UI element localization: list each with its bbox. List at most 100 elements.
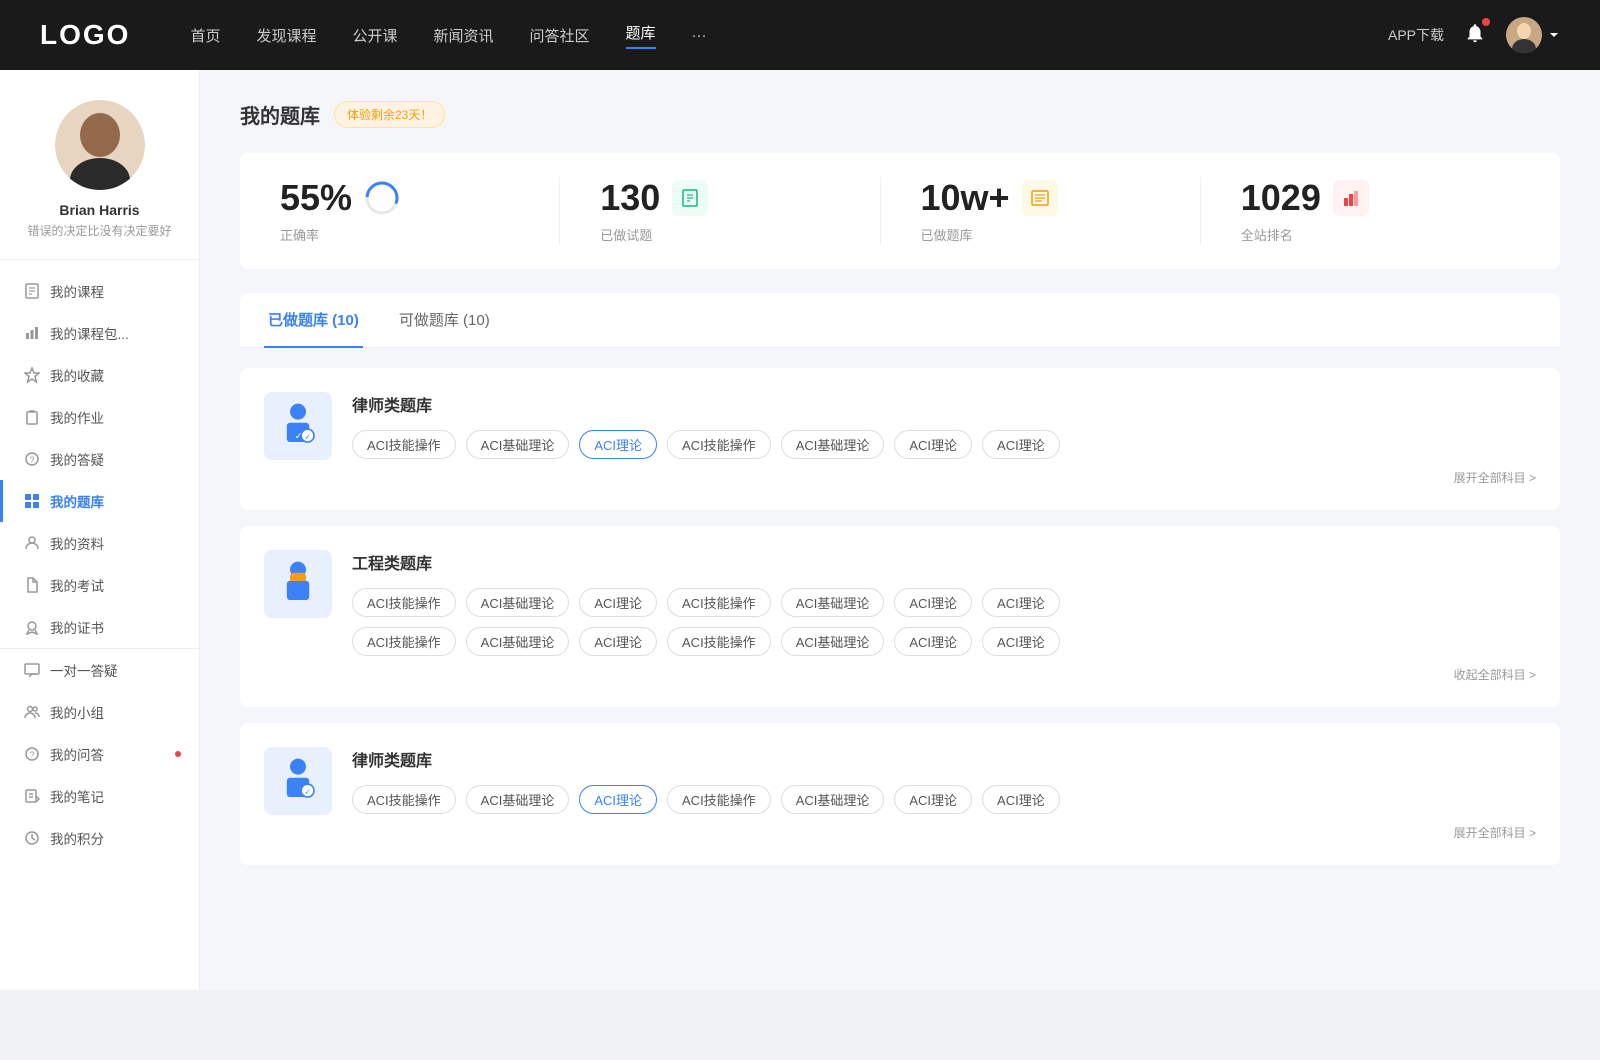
nav-discover[interactable]: 发现课程 — [256, 25, 316, 46]
lawyer-figure-icon-2: ✓ — [274, 757, 322, 805]
bank-info-engineer: 工程类题库 ACI技能操作 ACI基础理论 ACI理论 ACI技能操作 ACI基… — [352, 550, 1536, 683]
user-icon — [24, 535, 40, 551]
engineer-figure-icon — [274, 560, 322, 608]
lawyer-icon-2: ✓ — [264, 747, 332, 815]
eng-tag-14[interactable]: ACI理论 — [982, 627, 1060, 656]
sidebar-item-myqanda[interactable]: ? 我的问答 — [0, 733, 199, 775]
app-download-button[interactable]: APP下载 — [1388, 25, 1444, 45]
eng-tag-7[interactable]: ACI理论 — [982, 588, 1060, 617]
svg-text:?: ? — [30, 750, 35, 760]
eng-tag-13[interactable]: ACI理论 — [894, 627, 972, 656]
eng-tag-4[interactable]: ACI技能操作 — [667, 588, 771, 617]
group-icon — [24, 704, 40, 720]
logo[interactable]: LOGO — [40, 19, 130, 51]
bank-tags-lawyer-1: ACI技能操作 ACI基础理论 ACI理论 ACI技能操作 ACI基础理论 AC… — [352, 430, 1536, 459]
nav-home[interactable]: 首页 — [190, 25, 220, 46]
eng-tag-10[interactable]: ACI理论 — [579, 627, 657, 656]
tag-7[interactable]: ACI理论 — [982, 430, 1060, 459]
eng-tag-9[interactable]: ACI基础理论 — [466, 627, 570, 656]
bank-name-lawyer-1: 律师类题库 — [352, 392, 1536, 416]
stat-label-correctrate: 正确率 — [280, 228, 319, 243]
law2-tag-4[interactable]: ACI技能操作 — [667, 785, 771, 814]
chat-icon — [24, 662, 40, 678]
notification-bell[interactable] — [1464, 22, 1486, 49]
main-content: 我的题库 体验剩余23天！ 55% 正确率 130 — [200, 70, 1600, 990]
badge-icon — [24, 619, 40, 635]
bank-name-engineer: 工程类题库 — [352, 550, 1536, 574]
lawyer-figure-icon: ✓ ✓ — [274, 402, 322, 450]
bank-expand-lawyer-1[interactable]: 展开全部科目 > — [352, 469, 1536, 486]
sidebar-item-myexam[interactable]: 我的考试 — [0, 564, 199, 606]
stat-donequestions: 130 已做试题 — [560, 177, 880, 245]
sidebar-menu: 我的课程 我的课程包... 我的收藏 我的作业 ? 我的答疑 我的题库 — [0, 270, 199, 859]
bank-collapse-engineer[interactable]: 收起全部科目 > — [352, 666, 1536, 683]
law2-tag-3[interactable]: ACI理论 — [579, 785, 657, 814]
stat-value-ranking: 1029 — [1241, 177, 1321, 219]
sidebar-item-mynotes[interactable]: 我的笔记 — [0, 775, 199, 817]
eng-tag-8[interactable]: ACI技能操作 — [352, 627, 456, 656]
sidebar-item-mygroup[interactable]: 我的小组 — [0, 691, 199, 733]
stat-label-donebanks: 已做题库 — [921, 228, 973, 243]
bank-tags-engineer-row2: ACI技能操作 ACI基础理论 ACI理论 ACI技能操作 ACI基础理论 AC… — [352, 627, 1536, 656]
eng-tag-12[interactable]: ACI基础理论 — [781, 627, 885, 656]
file-icon — [24, 577, 40, 593]
tag-4[interactable]: ACI技能操作 — [667, 430, 771, 459]
eng-tag-5[interactable]: ACI基础理论 — [781, 588, 885, 617]
law2-tag-5[interactable]: ACI基础理论 — [781, 785, 885, 814]
sidebar-item-mypoints[interactable]: 我的积分 — [0, 817, 199, 859]
bank-card-lawyer-2: ✓ 律师类题库 ACI技能操作 ACI基础理论 ACI理论 ACI技能操作 AC… — [240, 723, 1560, 865]
navbar-right: APP下载 — [1388, 17, 1560, 53]
qa-icon: ? — [24, 746, 40, 762]
tag-5[interactable]: ACI基础理论 — [781, 430, 885, 459]
law2-tag-2[interactable]: ACI基础理论 — [466, 785, 570, 814]
list-icon — [1030, 188, 1050, 208]
user-avatar[interactable] — [1506, 17, 1560, 53]
law2-tag-1[interactable]: ACI技能操作 — [352, 785, 456, 814]
tag-3[interactable]: ACI理论 — [579, 430, 657, 459]
sidebar-item-mycourse[interactable]: 我的课程 — [0, 270, 199, 312]
sidebar-item-mybank[interactable]: 我的题库 — [0, 480, 199, 522]
star-icon — [24, 367, 40, 383]
tab-available-banks[interactable]: 可做题库 (10) — [395, 293, 494, 348]
sidebar-item-myprofile[interactable]: 我的资料 — [0, 522, 199, 564]
sidebar-item-mycert[interactable]: 我的证书 — [0, 606, 199, 648]
sidebar-item-mypackage[interactable]: 我的课程包... — [0, 312, 199, 354]
sidebar-item-myqa[interactable]: ? 我的答疑 — [0, 438, 199, 480]
profile-avatar — [55, 100, 145, 190]
bank-expand-lawyer-2[interactable]: 展开全部科目 > — [352, 824, 1536, 841]
stat-ranking: 1029 全站排名 — [1201, 177, 1520, 245]
law2-tag-7[interactable]: ACI理论 — [982, 785, 1060, 814]
tab-done-banks[interactable]: 已做题库 (10) — [264, 293, 363, 348]
bank-card-engineer: 工程类题库 ACI技能操作 ACI基础理论 ACI理论 ACI技能操作 ACI基… — [240, 526, 1560, 707]
sidebar-item-onetoone[interactable]: 一对一答疑 — [0, 648, 199, 691]
tag-2[interactable]: ACI基础理论 — [466, 430, 570, 459]
sidebar-item-myfavorites[interactable]: 我的收藏 — [0, 354, 199, 396]
eng-tag-3[interactable]: ACI理论 — [579, 588, 657, 617]
eng-tag-11[interactable]: ACI技能操作 — [667, 627, 771, 656]
navbar: LOGO 首页 发现课程 公开课 新闻资讯 问答社区 题库 ··· APP下载 — [0, 0, 1600, 70]
nav-news[interactable]: 新闻资讯 — [434, 25, 494, 46]
nav-menu: 首页 发现课程 公开课 新闻资讯 问答社区 题库 ··· — [190, 22, 1388, 49]
tag-6[interactable]: ACI理论 — [894, 430, 972, 459]
tag-1[interactable]: ACI技能操作 — [352, 430, 456, 459]
law2-tag-6[interactable]: ACI理论 — [894, 785, 972, 814]
pie-chart-icon — [364, 180, 400, 216]
nav-more[interactable]: ··· — [692, 27, 707, 44]
lawyer-icon-1: ✓ ✓ — [264, 392, 332, 460]
stat-donebanks: 10w+ 已做题库 — [881, 177, 1201, 245]
eng-tag-1[interactable]: ACI技能操作 — [352, 588, 456, 617]
chart-icon-bg — [1333, 180, 1369, 216]
page-header: 我的题库 体验剩余23天！ — [240, 100, 1560, 129]
eng-tag-2[interactable]: ACI基础理论 — [466, 588, 570, 617]
svg-text:✓: ✓ — [304, 788, 311, 797]
profile-motto: 错误的决定比没有决定要好 — [20, 222, 179, 239]
note-icon — [24, 788, 40, 804]
nav-bank[interactable]: 题库 — [626, 22, 656, 49]
sidebar-item-myhomework[interactable]: 我的作业 — [0, 396, 199, 438]
nav-open-course[interactable]: 公开课 — [352, 25, 397, 46]
eng-tag-6[interactable]: ACI理论 — [894, 588, 972, 617]
main-layout: Brian Harris 错误的决定比没有决定要好 我的课程 我的课程包... … — [0, 70, 1600, 990]
nav-qa[interactable]: 问答社区 — [530, 25, 590, 46]
stat-label-ranking: 全站排名 — [1241, 228, 1293, 243]
doc-icon — [680, 188, 700, 208]
